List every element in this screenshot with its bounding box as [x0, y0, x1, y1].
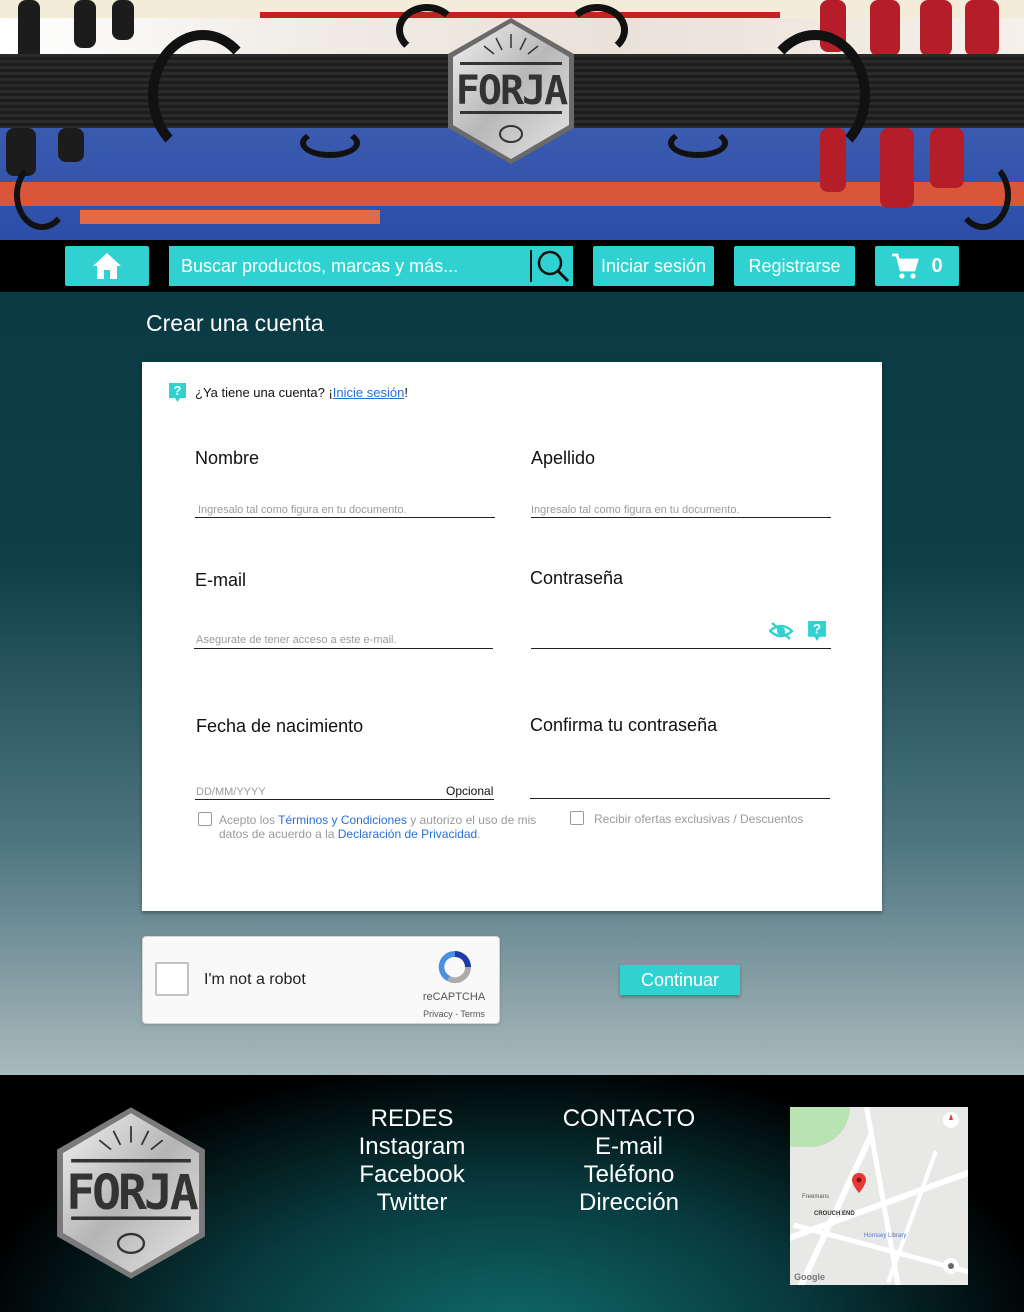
- footer-brand-logo[interactable]: FORJA: [54, 1105, 208, 1281]
- dragon-claw-graphic: [668, 128, 728, 158]
- cart-button[interactable]: 0: [875, 246, 959, 286]
- top-nav-bar: Iniciar sesión Registrarse 0: [0, 240, 1024, 292]
- continue-button[interactable]: Continuar: [620, 965, 740, 995]
- dragon-left-graphic: [148, 30, 258, 160]
- map-label-library: Hornsey Library: [864, 1233, 907, 1239]
- hero-mat: [80, 210, 380, 224]
- map-label-freemans: Freemans: [802, 1194, 830, 1200]
- map-compass-icon[interactable]: [942, 1111, 960, 1134]
- offers-checkbox[interactable]: [570, 811, 584, 825]
- signup-form-card: ? ¿Ya tiene una cuenta? ¡ Inicie sesión! …: [142, 362, 882, 911]
- page-title: Crear una cuenta: [146, 310, 324, 336]
- password-label: Contraseña: [530, 568, 624, 588]
- last-name-underline: [531, 517, 831, 518]
- question-icon: ?: [168, 382, 187, 403]
- email-label: E-mail: [195, 570, 247, 590]
- offers-text: Recibir ofertas exclusivas / Descuentos: [594, 812, 804, 826]
- password-help-icon[interactable]: ?: [807, 620, 827, 647]
- hero-mat: [0, 182, 1024, 206]
- register-button[interactable]: Registrarse: [734, 246, 855, 286]
- email-field[interactable]: Asegurate de tener acceso a este e-mail.: [196, 634, 397, 646]
- cart-icon: [891, 252, 920, 280]
- confirm-password-label: Confirma tu contraseña: [530, 715, 718, 735]
- main-content: Crear una cuenta ? ¿Ya tiene una cuenta?…: [0, 292, 1024, 1075]
- map-google-label: Google: [794, 1272, 825, 1282]
- recaptcha-widget: I'm not a robot reCAPTCHA Privacy - Term…: [142, 936, 500, 1024]
- recaptcha-links[interactable]: Privacy - Terms: [413, 1009, 495, 1019]
- punching-bag: [58, 128, 84, 162]
- footer-link-phone[interactable]: Teléfono: [544, 1161, 714, 1189]
- dragon-tail-graphic: [955, 160, 1011, 230]
- footer-link-email[interactable]: E-mail: [544, 1133, 714, 1161]
- punching-bag: [74, 0, 96, 48]
- location-map[interactable]: Freemans CROUCH END Hornsey Library Goog…: [790, 1107, 968, 1285]
- map-park: [790, 1107, 850, 1147]
- login-button[interactable]: Iniciar sesión: [593, 246, 714, 286]
- footer-social-title: REDES: [370, 1105, 454, 1132]
- map-locate-icon[interactable]: [942, 1257, 960, 1280]
- birthdate-field[interactable]: DD/MM/YYYY: [196, 786, 266, 798]
- home-button[interactable]: [65, 246, 149, 286]
- eye-slash-icon[interactable]: [768, 621, 794, 646]
- footer-link-instagram[interactable]: Instagram: [332, 1133, 492, 1161]
- search-input[interactable]: [169, 246, 529, 286]
- punching-bag: [112, 0, 134, 40]
- footer-link-twitter[interactable]: Twitter: [332, 1189, 492, 1217]
- map-pin-icon: [852, 1173, 866, 1198]
- footer-link-facebook[interactable]: Facebook: [332, 1161, 492, 1189]
- birthdate-optional-tag: Opcional: [446, 784, 494, 798]
- terms-link[interactable]: Términos y Condiciones: [278, 813, 407, 827]
- home-icon: [91, 251, 123, 281]
- login-hint: ? ¿Ya tiene una cuenta? ¡ Inicie sesión!: [168, 382, 408, 403]
- confirm-password-field[interactable]: [530, 768, 830, 798]
- footer-contact-title: CONTACTO: [562, 1105, 696, 1132]
- recaptcha-brand: reCAPTCHA: [422, 991, 486, 1003]
- footer-link-address[interactable]: Dirección: [544, 1189, 714, 1217]
- brand-logo[interactable]: FORJA: [446, 16, 576, 166]
- punching-bag: [920, 0, 952, 56]
- dragon-right-graphic: [760, 30, 870, 160]
- search-icon[interactable]: [535, 248, 571, 284]
- password-underline: [531, 648, 831, 649]
- hero-banner: FORJA: [0, 0, 1024, 240]
- search-divider: [530, 250, 532, 282]
- punching-bag: [880, 128, 914, 208]
- login-hint-prefix: ¿Ya tiene una cuenta? ¡: [195, 385, 333, 400]
- first-name-underline: [195, 517, 495, 518]
- terms-checkbox[interactable]: [198, 812, 212, 826]
- cart-count: 0: [931, 254, 943, 277]
- privacy-link[interactable]: Declaración de Privacidad: [338, 827, 477, 841]
- confirm-password-underline: [530, 798, 830, 799]
- birthdate-label: Fecha de nacimiento: [196, 716, 364, 736]
- punching-bag: [965, 0, 999, 56]
- footer-logo-text: FORJA: [66, 1165, 199, 1221]
- svg-text:?: ?: [813, 622, 821, 637]
- first-name-label: Nombre: [195, 448, 260, 468]
- recaptcha-label: I'm not a robot: [204, 971, 306, 988]
- last-name-field[interactable]: Ingresalo tal como figura en tu document…: [531, 504, 740, 516]
- login-hint-link[interactable]: Inicie sesión: [333, 385, 405, 400]
- search-bar: [169, 246, 573, 286]
- brand-logo-text: FORJA: [455, 68, 568, 114]
- terms-text: Acepto los Términos y Condiciones y auto…: [219, 813, 537, 841]
- recaptcha-checkbox[interactable]: [155, 962, 189, 996]
- recaptcha-icon: [435, 947, 475, 987]
- footer: FORJA REDES Instagram Facebook Twitter C…: [0, 1075, 1024, 1312]
- footer-social-column: REDES Instagram Facebook Twitter: [332, 1105, 492, 1217]
- map-label-crouch-end: CROUCH END: [814, 1211, 855, 1217]
- dragon-claw-graphic: [300, 128, 360, 158]
- email-underline: [194, 648, 493, 649]
- last-name-label: Apellido: [531, 448, 596, 468]
- birthdate-underline: [195, 799, 494, 800]
- punching-bag: [18, 0, 40, 62]
- footer-contact-column: CONTACTO E-mail Teléfono Dirección: [544, 1105, 714, 1217]
- first-name-field[interactable]: Ingresalo tal como figura en tu document…: [198, 504, 407, 516]
- punching-bag: [870, 0, 900, 56]
- svg-text:?: ?: [174, 383, 182, 398]
- dragon-tail-graphic: [14, 160, 70, 230]
- login-hint-suffix: !: [404, 385, 408, 400]
